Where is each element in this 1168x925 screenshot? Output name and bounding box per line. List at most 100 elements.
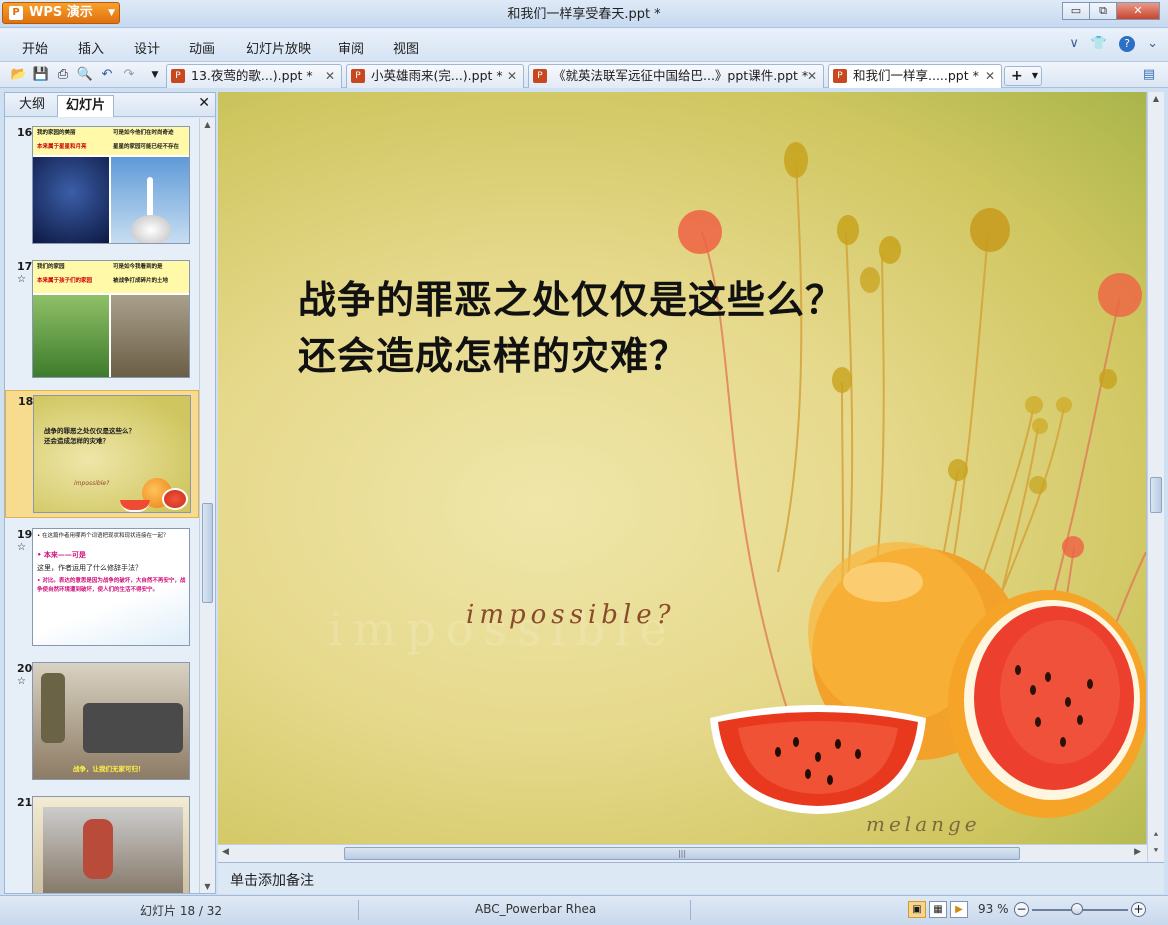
menu-right-icons: ∨ 👕 ? ⌄ <box>1069 36 1158 52</box>
slideshow-view-icon[interactable]: ▶ <box>950 901 968 918</box>
open-folder-icon[interactable]: 📂 <box>10 66 28 84</box>
war-ground-image <box>111 295 189 377</box>
theme-name: ABC_Powerbar Rhea <box>475 902 597 916</box>
doc-tab-4-active[interactable]: P 和我们一样享.....ppt * ✕ <box>828 64 1002 88</box>
panel-tabs: 大纲 幻灯片 ✕ <box>5 93 215 117</box>
thumb-text: 星星的家园可能已经不存在 <box>113 144 180 150</box>
slide-title-textbox[interactable]: 战争的罪恶之处仅仅是这些么？ 还会造成怎样的灾难？ <box>298 272 844 384</box>
tab-slides[interactable]: 幻灯片 <box>57 95 115 117</box>
slide-thumb-row[interactable]: 17 ☆ 我们的家园 本来属于孩子们的家园 可是如今我看到的是 被战争打成碎片的… <box>5 256 199 384</box>
print-preview-icon[interactable]: 🔍 <box>76 66 94 84</box>
close-icon[interactable]: ✕ <box>325 65 335 87</box>
zoom-out-icon[interactable]: − <box>1014 902 1029 917</box>
close-button[interactable]: ✕ <box>1116 2 1160 20</box>
zoom-in-icon[interactable]: + <box>1131 902 1146 917</box>
menu-home[interactable]: 开始 <box>22 38 48 57</box>
close-icon[interactable]: ✕ <box>807 65 817 87</box>
thumbnail-scrollbar[interactable]: ▲ ▼ <box>199 118 215 893</box>
close-icon[interactable]: ✕ <box>985 65 995 87</box>
notes-pane[interactable]: 单击添加备注 <box>218 862 1164 894</box>
menu-view[interactable]: 视图 <box>393 38 419 57</box>
close-icon[interactable]: ✕ <box>198 95 210 111</box>
car-figure <box>83 703 183 753</box>
minimize-button[interactable]: ▭ <box>1062 2 1090 20</box>
skin-shirt-icon[interactable]: 👕 <box>1091 36 1107 52</box>
slide-thumbnail[interactable] <box>32 796 190 893</box>
scrollbar-thumb[interactable]: ||| <box>344 847 1020 860</box>
zoom-slider-knob[interactable] <box>1071 903 1083 915</box>
normal-view-icon[interactable]: ▣ <box>908 901 926 918</box>
doc-tab-1[interactable]: P 13.夜莺的歌...).ppt * ✕ <box>166 64 342 88</box>
thumb-text: • 本来——可是 <box>37 551 86 559</box>
tab-outline[interactable]: 大纲 <box>11 95 53 117</box>
slide-thumbnail[interactable]: • 在这篇作者用哪两个词语把现状和现状连接在一起？ • 本来——可是 这里，作者… <box>32 528 190 646</box>
slide-thumb-row[interactable]: 20 ☆ 战争，让我们无家可归！ <box>5 658 199 786</box>
war-scene-image <box>43 807 183 893</box>
doc-tab-3[interactable]: P 《就英法联军远征中国给巴...》ppt课件.ppt * ✕ <box>528 64 824 88</box>
slide-number: 20 <box>17 662 33 675</box>
thumb-text: 本来属于孩子们的家园 <box>37 278 93 284</box>
customize-toolbar-icon[interactable]: ▼ <box>146 66 164 84</box>
menu-slideshow[interactable]: 幻灯片放映 <box>246 38 311 57</box>
current-slide[interactable]: impossible 战争的罪恶之处仅仅是这些么？ 还会造成怎样的灾难？ imp… <box>218 92 1146 844</box>
doc-tab-2[interactable]: P 小英雄雨来(完...).ppt * ✕ <box>346 64 524 88</box>
slide-thumb-row[interactable]: 16 我的家园的美丽 本来属于星星和月亮 可是如今他们在时尚奇迹 星星的家园可能… <box>5 122 199 250</box>
slide-thumbnail[interactable]: 我们的家园 本来属于孩子们的家园 可是如今我看到的是 被战争打成碎片的土地 <box>32 260 190 378</box>
thumb-text: 战争的罪恶之处仅仅是这些么？ <box>44 427 135 435</box>
slide-thumbnail[interactable]: 战争的罪恶之处仅仅是这些么？ 还会造成怎样的灾难？ impossible? <box>33 395 191 513</box>
save-icon[interactable]: 💾 <box>32 66 50 84</box>
slide-number: 21 <box>17 796 33 809</box>
redo-icon[interactable]: ↷ <box>120 66 138 84</box>
print-icon[interactable]: ⎙ <box>54 66 72 84</box>
new-tab-button[interactable]: + ▼ <box>1004 66 1042 86</box>
panel-layout-icon[interactable]: ▤ <box>1140 66 1158 84</box>
scrollbar-thumb[interactable] <box>1150 477 1162 513</box>
prev-slide-icon[interactable]: ⯅ <box>1148 830 1164 840</box>
close-icon[interactable]: ✕ <box>507 65 517 87</box>
status-bar: 幻灯片 18 / 32 ABC_Powerbar Rhea ▣ ▦ ▶ 93 %… <box>0 895 1168 925</box>
status-divider <box>690 900 691 920</box>
slide-thumb-row-selected[interactable]: 18 战争的罪恶之处仅仅是这些么？ 还会造成怎样的灾难？ impossible? <box>5 390 199 518</box>
slide-horizontal-scrollbar[interactable]: ◀ ||| ▶ <box>218 844 1147 862</box>
slide-thumb-row[interactable]: 21 <box>5 792 199 893</box>
slide-decoration <box>678 142 1146 818</box>
chevron-down-icon[interactable]: ⌄ <box>1147 36 1158 52</box>
ppt-file-icon: P <box>833 69 847 83</box>
slide-thumbnail[interactable]: 战争，让我们无家可归！ <box>32 662 190 780</box>
slide-number: 18 <box>18 395 34 408</box>
notes-placeholder[interactable]: 单击添加备注 <box>230 870 314 890</box>
slide-list[interactable]: 16 我的家园的美丽 本来属于星星和月亮 可是如今他们在时尚奇迹 星星的家园可能… <box>5 118 199 893</box>
slide-thumb-row[interactable]: 19 ☆ • 在这篇作者用哪两个词语把现状和现状连接在一起？ • 本来——可是 … <box>5 524 199 652</box>
help-icon[interactable]: ? <box>1119 36 1136 52</box>
scroll-down-icon[interactable]: ▼ <box>200 882 215 891</box>
menu-animation[interactable]: 动画 <box>189 38 215 57</box>
melange-decor-text: melange <box>866 812 981 836</box>
scrollbar-thumb[interactable] <box>202 503 213 603</box>
restore-button[interactable]: ⧉ <box>1089 2 1117 20</box>
menu-review[interactable]: 审阅 <box>338 38 364 57</box>
scroll-left-icon[interactable]: ◀ <box>222 847 229 857</box>
undo-icon[interactable]: ↶ <box>98 66 116 84</box>
scroll-right-icon[interactable]: ▶ <box>1134 847 1141 857</box>
slide-vertical-scrollbar[interactable]: ▲ ⯅ ⯆ <box>1147 92 1164 862</box>
thumb-text: 我们的家园 <box>37 264 65 270</box>
thumb-text: 可是如今他们在时尚奇迹 <box>113 130 174 136</box>
thumb-text: 还会造成怎样的灾难？ <box>44 437 109 445</box>
window-controls: ▭ ⧉ ✕ <box>1062 2 1160 20</box>
doc-tab-label: 小英雄雨来(完...).ppt * <box>371 68 503 83</box>
slide-editor: impossible 战争的罪恶之处仅仅是这些么？ 还会造成怎样的灾难？ imp… <box>218 92 1164 862</box>
doc-tab-label: 13.夜莺的歌...).ppt * <box>191 68 313 83</box>
slide-sorter-view-icon[interactable]: ▦ <box>929 901 947 918</box>
menu-insert[interactable]: 插入 <box>78 38 104 57</box>
scroll-up-icon[interactable]: ▲ <box>200 120 215 129</box>
chevron-down-icon[interactable]: ∨ <box>1069 36 1079 52</box>
menu-design[interactable]: 设计 <box>134 38 160 57</box>
thumb-text: • 在这篇作者用哪两个词语把现状和现状连接在一起？ <box>37 533 169 539</box>
children-playing-image <box>33 295 109 377</box>
slide-number: 16 <box>17 126 33 139</box>
thumb-text: 战争，让我们无家可归！ <box>73 765 145 773</box>
next-slide-icon[interactable]: ⯆ <box>1148 846 1164 856</box>
thumb-text: • 对比。表达的意思是因为战争的破坏，大自然不再安宁，战争使自然环境遭到破坏，使… <box>37 578 186 593</box>
slide-thumbnail[interactable]: 我的家园的美丽 本来属于星星和月亮 可是如今他们在时尚奇迹 星星的家园可能已经不… <box>32 126 190 244</box>
scroll-up-icon[interactable]: ▲ <box>1148 94 1164 103</box>
